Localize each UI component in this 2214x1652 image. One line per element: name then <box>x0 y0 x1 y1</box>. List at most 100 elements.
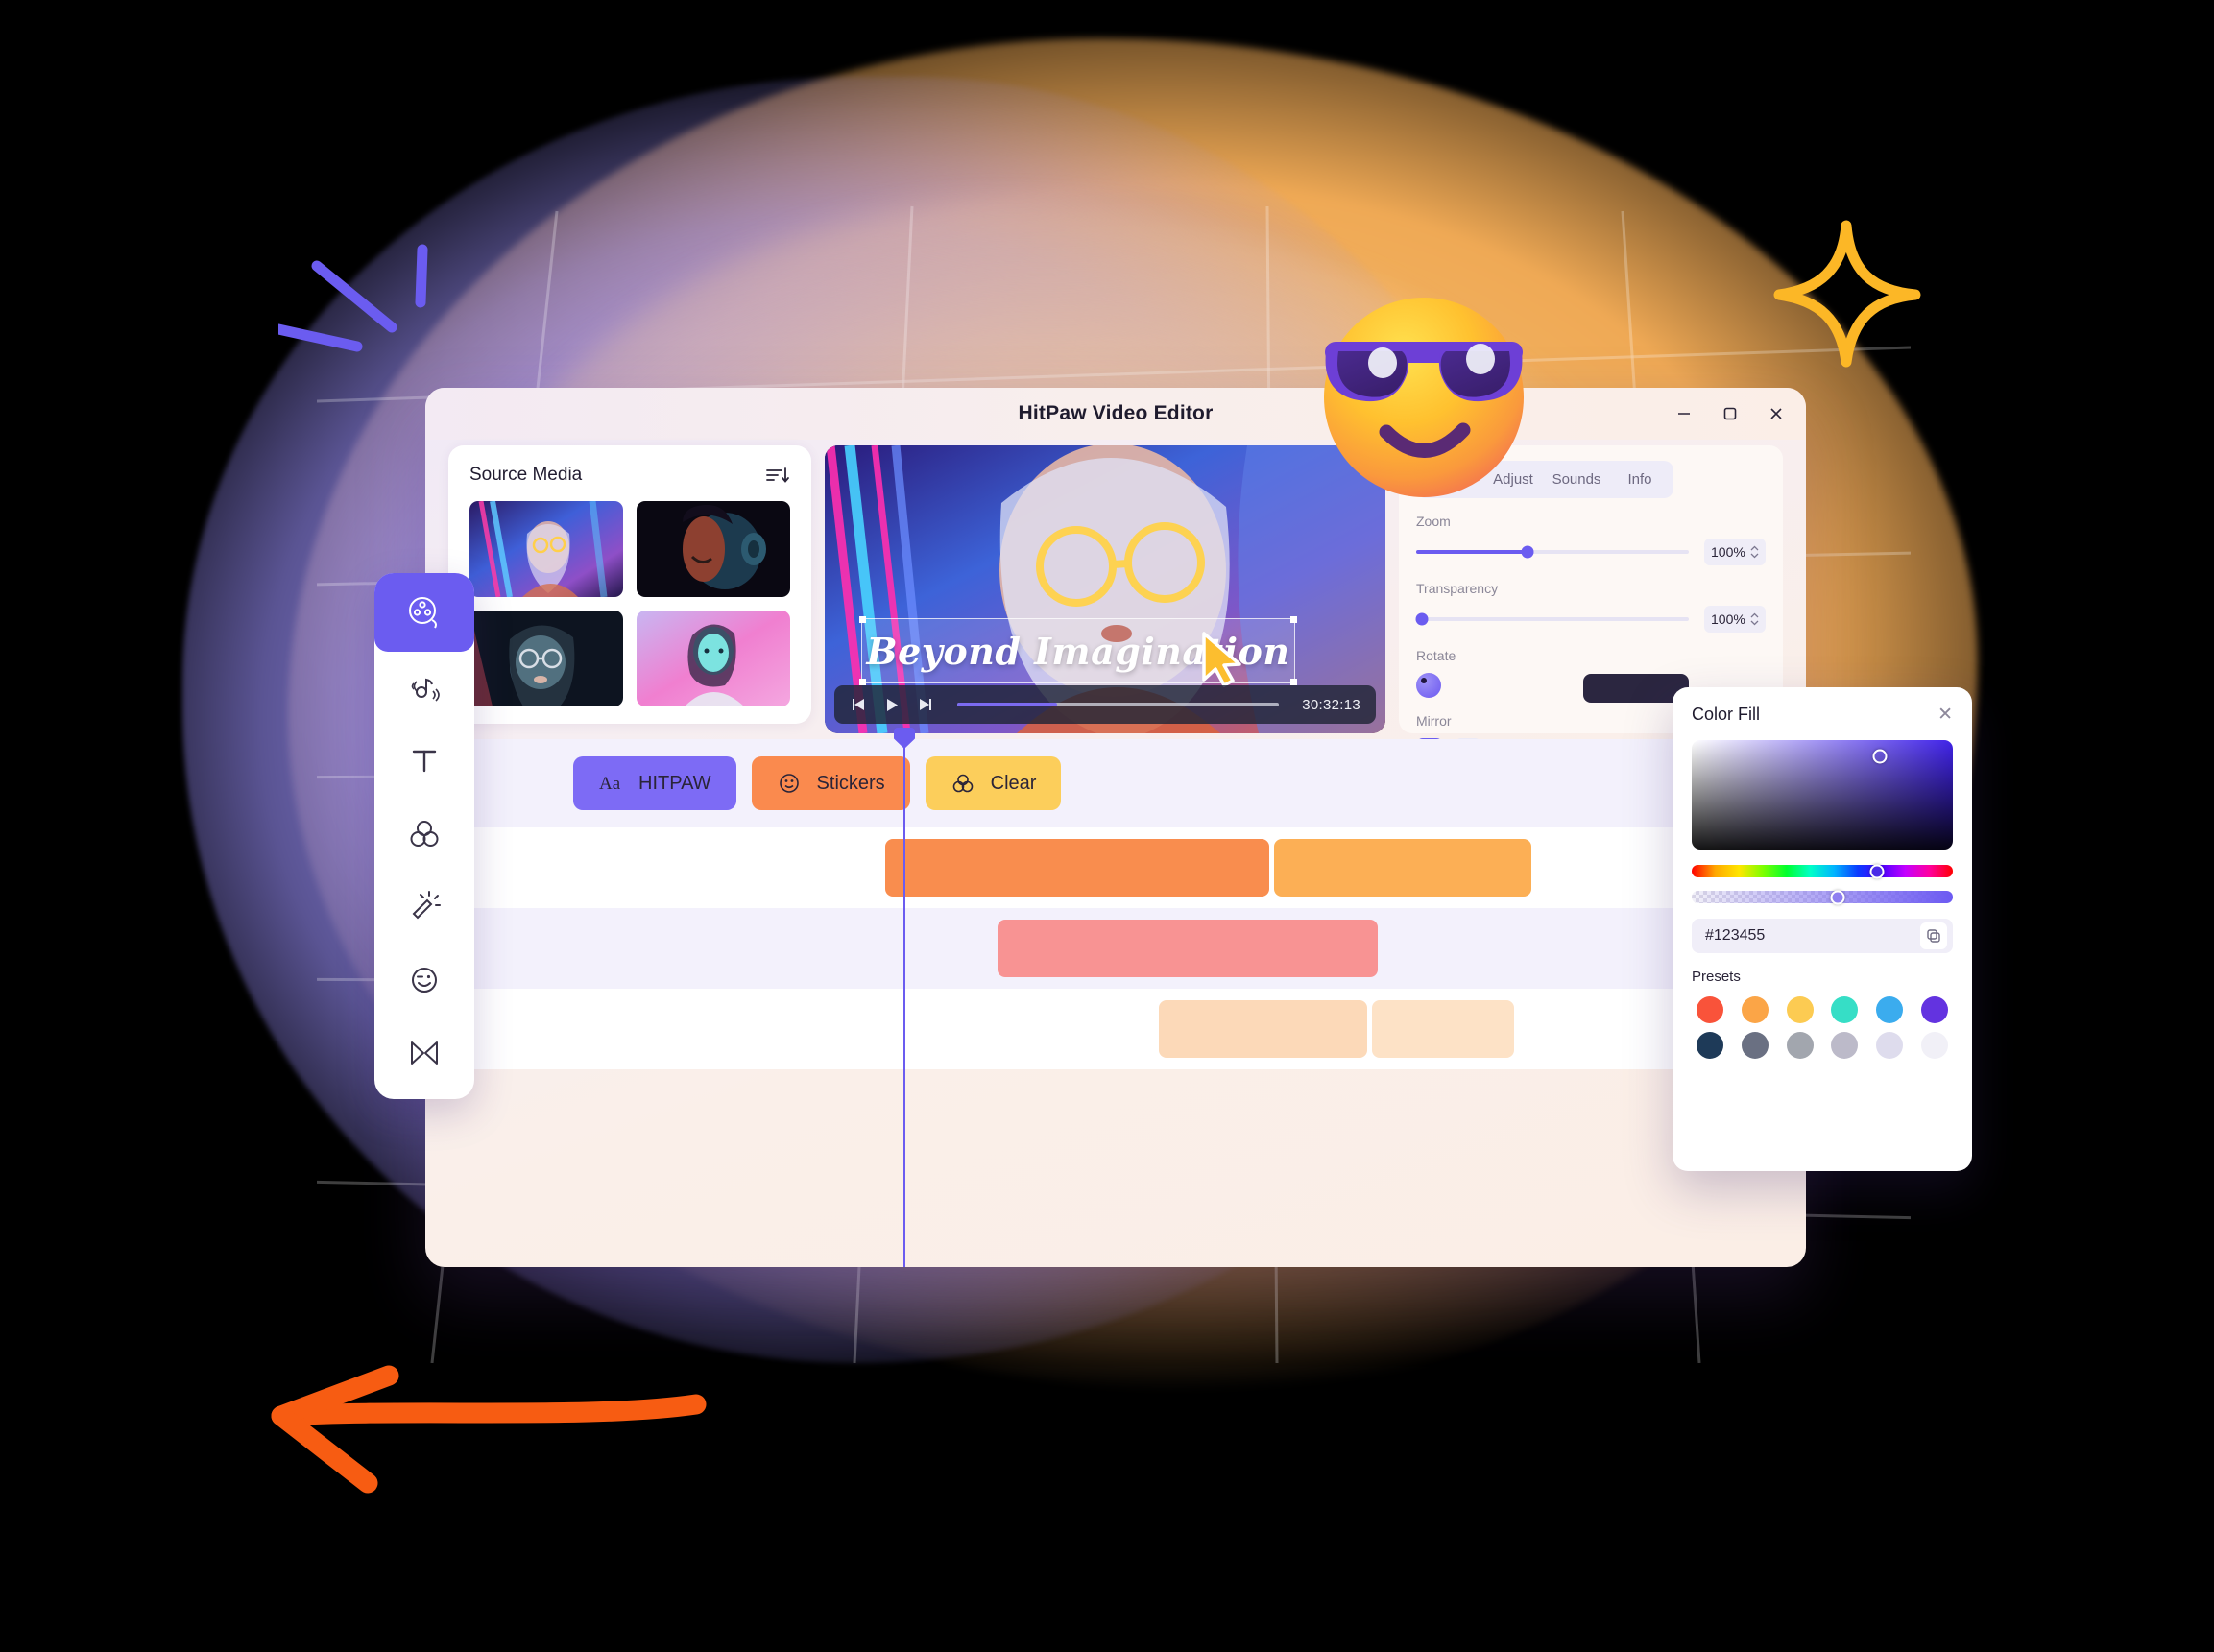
timeline-track-video[interactable] <box>448 827 1783 908</box>
sidebar-item-audio[interactable] <box>374 652 474 725</box>
resize-handle-top-left[interactable] <box>859 616 866 623</box>
preset-swatch[interactable] <box>1741 1032 1769 1059</box>
chip-hitpaw-label: HITPAW <box>638 772 711 794</box>
timeline-clip[interactable] <box>1274 839 1531 897</box>
preset-swatch[interactable] <box>1876 1032 1904 1059</box>
preset-swatch[interactable] <box>1786 996 1814 1023</box>
svg-text:Aa: Aa <box>599 774 621 794</box>
thumbnail-2[interactable] <box>637 501 790 597</box>
chip-clear[interactable]: Clear <box>925 756 1062 810</box>
sidebar-item-filters[interactable] <box>374 798 474 871</box>
sidebar-item-text[interactable] <box>374 725 474 798</box>
stepper-arrows-icon[interactable] <box>1750 545 1759 559</box>
tool-sidebar <box>374 573 474 1099</box>
preset-swatch[interactable] <box>1831 1032 1859 1059</box>
thumbnail-3[interactable] <box>469 611 623 706</box>
sidebar-item-stickers[interactable] <box>374 944 474 1017</box>
hue-slider[interactable] <box>1692 864 1953 878</box>
source-media-header: Source Media <box>469 465 790 486</box>
tab-sounds[interactable]: Sounds <box>1547 467 1606 492</box>
copy-icon[interactable] <box>1920 922 1947 949</box>
timeline-clip[interactable] <box>885 839 1269 897</box>
alpha-slider-handle[interactable] <box>1830 890 1845 904</box>
window-title: HitPaw Video Editor <box>1018 402 1214 424</box>
preset-swatch[interactable] <box>1696 1032 1723 1059</box>
preset-swatch[interactable] <box>1876 996 1904 1023</box>
source-media-title: Source Media <box>469 465 583 485</box>
sort-descending-icon[interactable] <box>765 465 790 486</box>
maximize-icon[interactable] <box>1720 403 1741 424</box>
color-fill-title: Color Fill <box>1692 705 1761 724</box>
chip-hitpaw[interactable]: Aa HITPAW <box>573 756 736 810</box>
playback-timecode: 30:32:13 <box>1302 696 1360 713</box>
transparency-stepper[interactable]: 100% <box>1704 606 1766 633</box>
tab-info[interactable]: Info <box>1610 467 1670 492</box>
close-icon[interactable] <box>1766 403 1787 424</box>
text-aa-icon: Aa <box>598 771 623 796</box>
preset-swatch[interactable] <box>1696 996 1723 1023</box>
step-forward-icon[interactable] <box>915 696 934 713</box>
zoom-stepper[interactable]: 100% <box>1704 539 1766 565</box>
transparency-control-row: 100% <box>1415 606 1766 633</box>
sidebar-item-transitions[interactable] <box>374 1017 474 1089</box>
sparkle-star-icon <box>1771 216 1935 370</box>
timeline-track-effect[interactable] <box>448 989 1783 1069</box>
screenshot-stage: HitPaw Video Editor Source Media Beyond … <box>0 0 2214 1652</box>
sv-picker-handle[interactable] <box>1872 749 1888 764</box>
play-icon[interactable] <box>882 696 902 713</box>
timeline-area: Aa HITPAW Stickers Clear <box>425 739 1806 1267</box>
timeline-clip[interactable] <box>998 920 1378 977</box>
rotate-dial-icon[interactable] <box>1416 673 1441 698</box>
window-controls <box>1673 388 1787 440</box>
sidebar-item-media[interactable] <box>374 573 474 652</box>
title-bar: HitPaw Video Editor <box>425 388 1806 440</box>
application-window: HitPaw Video Editor Source Media Beyond … <box>425 388 1806 1267</box>
preset-swatch[interactable] <box>1741 996 1769 1023</box>
color-fill-popover: Color Fill ✕ #123455 Presets <box>1673 687 1972 1171</box>
preset-swatch[interactable] <box>1921 1032 1949 1059</box>
color-fill-header: Color Fill ✕ <box>1692 705 1953 725</box>
timeline-clip[interactable] <box>1372 1000 1514 1058</box>
smiley-icon <box>777 771 802 796</box>
thumbnail-4[interactable] <box>637 611 790 706</box>
alpha-slider[interactable] <box>1692 890 1953 904</box>
playback-progress-track[interactable] <box>957 703 1280 706</box>
preset-swatch[interactable] <box>1786 1032 1814 1059</box>
transparency-value: 100% <box>1711 611 1745 627</box>
resize-handle-bottom-left[interactable] <box>859 679 866 685</box>
text-overlay-box[interactable]: Beyond Imagination <box>859 616 1297 685</box>
resize-handle-top-right[interactable] <box>1290 616 1297 623</box>
minimize-icon[interactable] <box>1673 403 1695 424</box>
chip-clear-label: Clear <box>990 772 1037 794</box>
timeline-clip[interactable] <box>1159 1000 1367 1058</box>
timeline-track-audio[interactable] <box>448 908 1783 989</box>
close-icon[interactable]: ✕ <box>1937 706 1953 724</box>
playback-bar: 30:32:13 <box>834 685 1376 724</box>
chip-stickers-label: Stickers <box>816 772 885 794</box>
hex-input-row[interactable]: #123455 <box>1692 919 1953 953</box>
preset-swatch[interactable] <box>1921 996 1949 1023</box>
step-backward-icon[interactable] <box>850 696 869 713</box>
playback-progress-fill <box>957 703 1057 706</box>
motion-lines-icon <box>273 235 470 370</box>
transparency-label: Transparency <box>1416 581 1499 596</box>
sunglasses-face-emoji <box>1298 267 1550 518</box>
resize-handle-bottom-right[interactable] <box>1290 679 1297 685</box>
zoom-value: 100% <box>1711 544 1745 560</box>
presets-label: Presets <box>1692 969 1741 985</box>
sidebar-item-effects[interactable] <box>374 871 474 944</box>
hue-slider-handle[interactable] <box>1869 864 1885 878</box>
stepper-arrows-icon[interactable] <box>1750 612 1759 626</box>
color-circles-icon <box>951 771 975 796</box>
saturation-value-area[interactable] <box>1692 740 1953 850</box>
transparency-slider[interactable] <box>1415 612 1689 626</box>
timeline-playhead[interactable] <box>903 741 905 1267</box>
preset-swatches <box>1692 996 1953 1059</box>
timeline-chip-row: Aa HITPAW Stickers Clear <box>448 739 1783 827</box>
hex-value: #123455 <box>1705 927 1766 944</box>
thumbnail-1[interactable] <box>469 501 623 597</box>
zoom-slider[interactable] <box>1416 545 1689 559</box>
preset-swatch[interactable] <box>1831 996 1859 1023</box>
chip-stickers[interactable]: Stickers <box>751 756 910 810</box>
overlay-text-content: Beyond Imagination <box>866 629 1290 673</box>
